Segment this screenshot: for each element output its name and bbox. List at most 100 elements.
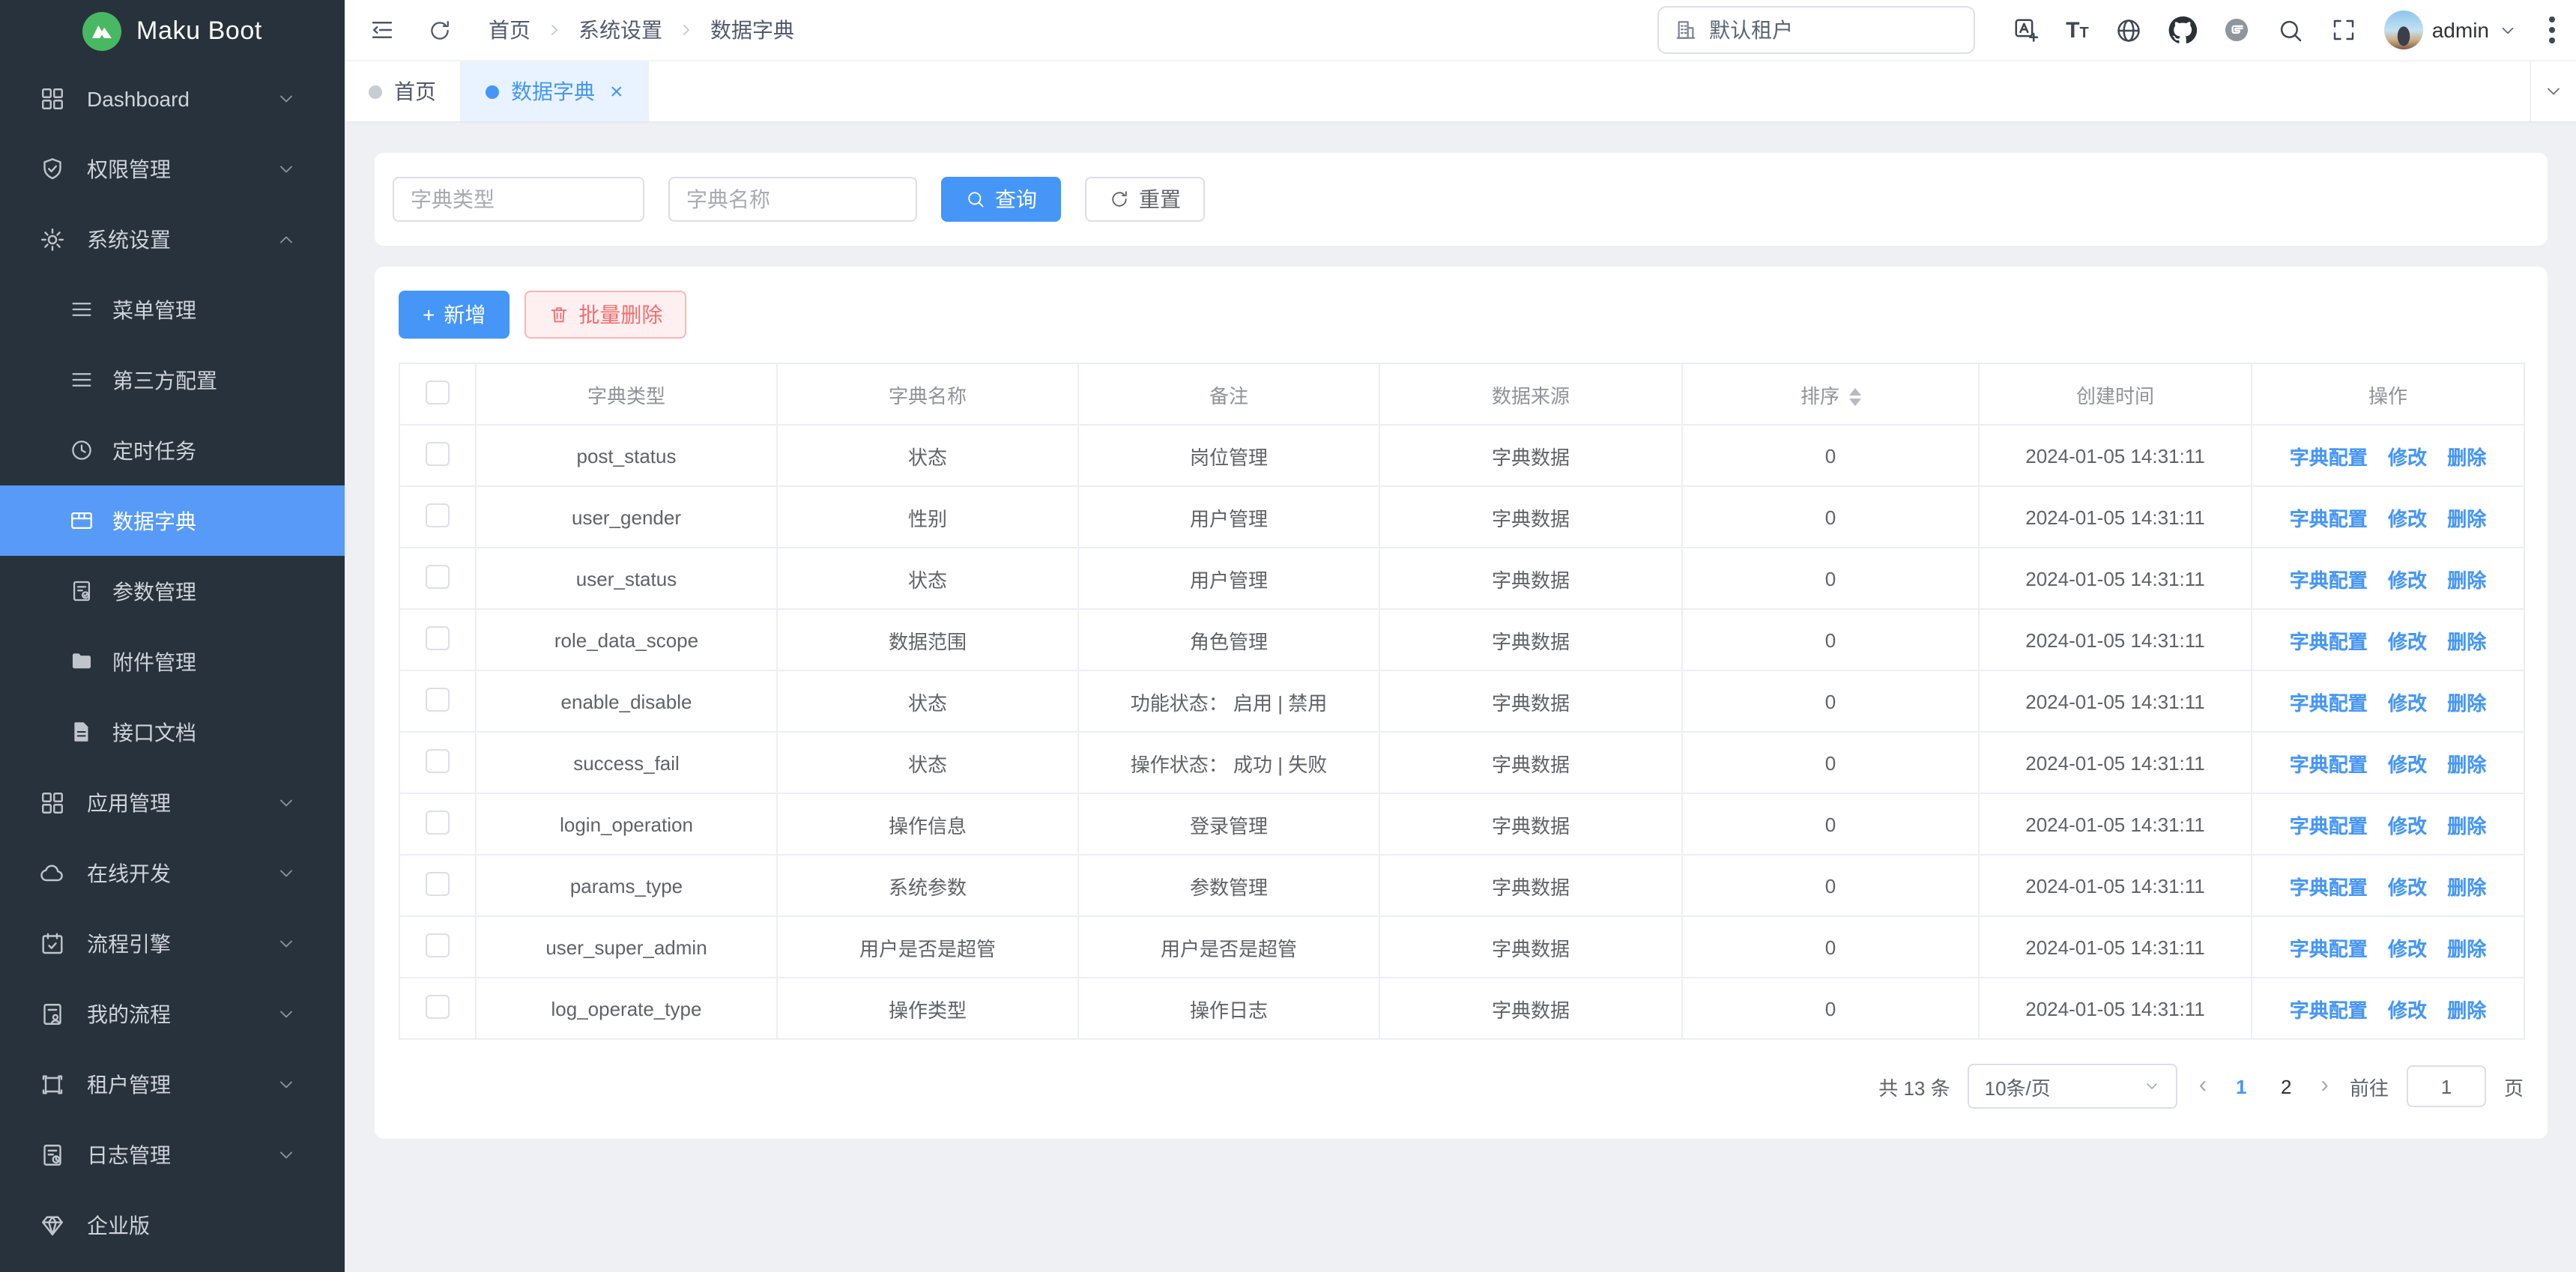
edit-link[interactable]: 修改 (2388, 753, 2427, 775)
sidebar-item-app-management[interactable]: 应用管理 (0, 767, 345, 838)
edit-link[interactable]: 修改 (2388, 569, 2427, 591)
sidebar-item-tenant-management[interactable]: 租户管理 (0, 1049, 345, 1119)
dict-config-link[interactable]: 字典配置 (2290, 814, 2368, 837)
menu-fold-icon[interactable] (369, 16, 396, 43)
next-page-button[interactable]: › (2318, 1073, 2332, 1100)
row-checkbox[interactable] (426, 564, 450, 588)
select-all-checkbox[interactable] (426, 380, 450, 404)
table-row: success_fail 状态 操作状态： 成功 | 失败 字典数据 0 202… (399, 732, 2524, 793)
edit-link[interactable]: 修改 (2388, 999, 2427, 1021)
sidebar-item-data-dictionary[interactable]: 数据字典 (0, 485, 345, 556)
translate-icon[interactable] (2012, 16, 2040, 44)
dict-config-link[interactable]: 字典配置 (2290, 507, 2368, 530)
more-options-icon[interactable] (2549, 16, 2555, 43)
dict-type-input[interactable] (393, 177, 644, 222)
cell-sort: 0 (1682, 978, 1979, 1039)
breadcrumb-item-data-dictionary: 数据字典 (710, 15, 794, 45)
table-row: params_type 系统参数 参数管理 字典数据 0 2024-01-05 … (399, 855, 2524, 916)
row-checkbox[interactable] (426, 687, 450, 711)
edit-link[interactable]: 修改 (2388, 630, 2427, 652)
cell-source: 字典数据 (1379, 855, 1682, 916)
sidebar-item-permissions[interactable]: 权限管理 (0, 133, 345, 204)
dict-config-link[interactable]: 字典配置 (2290, 999, 2368, 1021)
github-icon[interactable] (2168, 16, 2197, 44)
tab-home[interactable]: 首页 (345, 61, 462, 121)
delete-link[interactable]: 删除 (2447, 630, 2486, 652)
reset-button[interactable]: 重置 (1085, 177, 1205, 222)
sidebar-item-params-management[interactable]: 参数管理 (0, 556, 345, 626)
search-button[interactable]: 查询 (941, 177, 1061, 222)
chevron-down-icon (2498, 20, 2518, 40)
delete-link[interactable]: 删除 (2447, 937, 2486, 960)
prev-page-button[interactable]: ‹ (2196, 1073, 2210, 1100)
delete-link[interactable]: 删除 (2447, 753, 2486, 775)
col-source: 数据来源 (1379, 363, 1682, 425)
row-checkbox[interactable] (426, 503, 450, 527)
edit-link[interactable]: 修改 (2388, 446, 2427, 468)
tab-dropdown-button[interactable] (2530, 61, 2576, 121)
edit-link[interactable]: 修改 (2388, 814, 2427, 837)
add-button[interactable]: + 新增 (399, 291, 510, 339)
globe-icon[interactable] (2114, 16, 2143, 44)
close-icon[interactable]: × (610, 79, 623, 104)
refresh-icon[interactable] (426, 16, 453, 43)
edit-link[interactable]: 修改 (2388, 691, 2427, 714)
dict-config-link[interactable]: 字典配置 (2290, 937, 2368, 960)
dict-config-link[interactable]: 字典配置 (2290, 876, 2368, 898)
row-checkbox[interactable] (426, 933, 450, 957)
sidebar-item-dashboard[interactable]: Dashboard (0, 63, 345, 133)
dict-config-link[interactable]: 字典配置 (2290, 753, 2368, 775)
dict-config-link[interactable]: 字典配置 (2290, 630, 2368, 652)
font-size-icon[interactable]: TT (2066, 19, 2089, 41)
sidebar-item-system-settings[interactable]: 系统设置 (0, 204, 345, 274)
row-checkbox[interactable] (426, 994, 450, 1018)
sidebar-item-label: 接口文档 (112, 717, 318, 747)
row-checkbox[interactable] (426, 626, 450, 649)
row-checkbox[interactable] (426, 871, 450, 895)
page-number-2[interactable]: 2 (2273, 1075, 2300, 1097)
sidebar-item-thirdparty-config[interactable]: 第三方配置 (0, 345, 345, 415)
sidebar-item-log-management[interactable]: 日志管理 (0, 1119, 345, 1190)
delete-link[interactable]: 删除 (2447, 814, 2486, 837)
delete-link[interactable]: 删除 (2447, 876, 2486, 898)
sidebar-item-menu-management[interactable]: 菜单管理 (0, 274, 345, 345)
col-sort[interactable]: 排序 (1682, 363, 1979, 425)
user-menu[interactable]: admin (2384, 10, 2518, 49)
delete-link[interactable]: 删除 (2447, 507, 2486, 530)
fullscreen-icon[interactable] (2330, 16, 2359, 44)
tab-data-dictionary[interactable]: 数据字典 × (462, 61, 649, 121)
table-row: post_status 状态 岗位管理 字典数据 0 2024-01-05 14… (399, 425, 2524, 486)
breadcrumb-item-system-settings[interactable]: 系统设置 (578, 15, 662, 45)
avatar[interactable] (2384, 10, 2423, 49)
batch-delete-button[interactable]: 批量删除 (524, 291, 686, 339)
sort-carets-icon[interactable] (1848, 388, 1860, 406)
dict-config-link[interactable]: 字典配置 (2290, 446, 2368, 468)
sidebar-item-api-docs[interactable]: 接口文档 (0, 697, 345, 767)
edit-link[interactable]: 修改 (2388, 937, 2427, 960)
sidebar-item-my-workflow[interactable]: 我的流程 (0, 978, 345, 1049)
delete-link[interactable]: 删除 (2447, 999, 2486, 1021)
dict-config-link[interactable]: 字典配置 (2290, 569, 2368, 591)
gitee-icon[interactable] (2222, 16, 2251, 44)
edit-link[interactable]: 修改 (2388, 876, 2427, 898)
page-size-select[interactable]: 10条/页 (1968, 1064, 2178, 1109)
row-checkbox[interactable] (426, 748, 450, 772)
sidebar-item-workflow-engine[interactable]: 流程引擎 (0, 908, 345, 978)
dict-config-link[interactable]: 字典配置 (2290, 691, 2368, 714)
dict-name-input[interactable] (668, 177, 917, 222)
delete-link[interactable]: 删除 (2447, 691, 2486, 714)
edit-link[interactable]: 修改 (2388, 507, 2427, 530)
delete-link[interactable]: 删除 (2447, 569, 2486, 591)
page-number-1[interactable]: 1 (2228, 1075, 2255, 1097)
sidebar-item-attachments[interactable]: 附件管理 (0, 626, 345, 697)
row-checkbox[interactable] (426, 441, 450, 465)
sidebar-item-enterprise[interactable]: 企业版 (0, 1190, 345, 1260)
sidebar-item-online-dev[interactable]: 在线开发 (0, 838, 345, 908)
delete-link[interactable]: 删除 (2447, 446, 2486, 468)
sidebar-item-scheduled-tasks[interactable]: 定时任务 (0, 415, 345, 485)
breadcrumb-item-home[interactable]: 首页 (489, 15, 530, 45)
tenant-select[interactable]: 默认租户 (1657, 6, 1974, 54)
goto-page-input[interactable] (2407, 1065, 2486, 1107)
search-icon[interactable] (2276, 16, 2305, 44)
row-checkbox[interactable] (426, 810, 450, 834)
